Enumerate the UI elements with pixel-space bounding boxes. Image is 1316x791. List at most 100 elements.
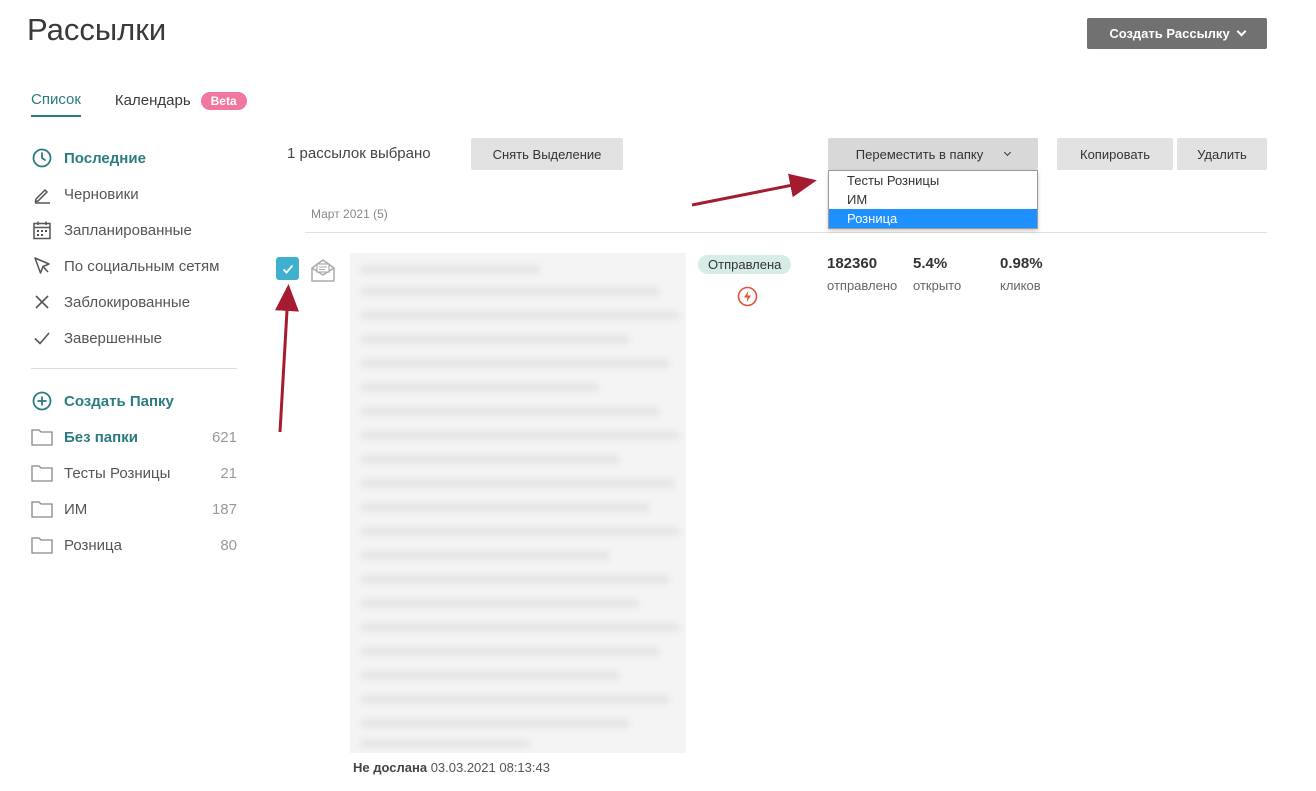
folder-name: Тесты Розницы xyxy=(64,464,171,482)
delivery-note: Не дослана 03.03.2021 08:13:43 xyxy=(353,760,550,775)
move-folder-dropdown: Тесты Розницы ИМ Розница xyxy=(828,170,1038,229)
folder-icon xyxy=(31,462,53,484)
tab-list[interactable]: Список xyxy=(31,91,81,117)
preview-blur-line xyxy=(360,527,680,536)
pencil-icon xyxy=(31,183,53,205)
tab-calendar-label: Календарь xyxy=(114,92,191,109)
dropdown-option-retail[interactable]: Розница xyxy=(829,209,1037,228)
preview-blur-line xyxy=(360,503,650,512)
beta-badge: Beta xyxy=(200,91,247,110)
sidebar-item-completed[interactable]: Завершенные xyxy=(31,320,237,356)
sidebar-item-recent[interactable]: Последние xyxy=(31,140,237,176)
preview-blur-line xyxy=(360,383,600,392)
folder-count: 187 xyxy=(211,500,237,518)
folder-count: 80 xyxy=(220,536,237,554)
create-mailing-label: Создать Рассылку xyxy=(1109,26,1230,41)
sidebar-divider xyxy=(31,368,237,369)
preview-blur-line xyxy=(360,719,630,728)
stat-value: 5.4% xyxy=(913,255,948,272)
folder-count: 21 xyxy=(220,464,237,482)
arrow-to-dropdown xyxy=(691,173,817,207)
preview-blur-line xyxy=(360,407,660,416)
dropdown-option-retail-tests[interactable]: Тесты Розницы xyxy=(829,171,1037,190)
create-mailing-button[interactable]: Создать Рассылку xyxy=(1087,18,1267,49)
create-folder-button[interactable]: Создать Папку xyxy=(31,383,237,419)
preview-blur-line xyxy=(360,479,675,488)
arrow-to-checkbox xyxy=(274,284,299,433)
sidebar-item-blocked[interactable]: Заблокированные xyxy=(31,284,237,320)
cursor-icon xyxy=(31,255,53,277)
selection-count-text: 1 рассылок выбрано xyxy=(287,145,431,162)
preview-blur-line xyxy=(360,455,620,464)
stat-clicks: 0.98% кликов xyxy=(1000,255,1043,293)
lightning-icon xyxy=(737,286,758,307)
preview-blur-line xyxy=(360,739,530,748)
check-icon xyxy=(282,264,293,274)
copy-button[interactable]: Копировать xyxy=(1057,138,1173,170)
tabs: Список Календарь Beta xyxy=(31,91,247,117)
preview-blur-line xyxy=(360,599,640,608)
stat-value: 182360 xyxy=(827,255,878,272)
stat-value: 0.98% xyxy=(1000,255,1043,272)
move-to-folder-label: Переместить в папку xyxy=(855,146,984,162)
sidebar-item-label: По социальным сетям xyxy=(64,257,220,275)
row-checkbox[interactable] xyxy=(276,257,299,280)
preview-blur-line xyxy=(360,623,680,632)
folder-name: ИМ xyxy=(64,500,88,518)
move-to-folder-button[interactable]: Переместить в папку xyxy=(828,138,1038,170)
mailing-preview-thumbnail[interactable] xyxy=(350,253,686,753)
check-icon xyxy=(31,327,53,349)
sidebar-item-label: Заблокированные xyxy=(64,293,191,311)
sidebar-item-drafts[interactable]: Черновики xyxy=(31,176,237,212)
sidebar-item-label: Запланированные xyxy=(64,221,192,239)
folder-icon xyxy=(31,426,53,448)
preview-blur-line xyxy=(360,671,620,680)
close-icon xyxy=(31,291,53,313)
status-badge: Отправлена xyxy=(698,255,792,274)
sidebar-item-social[interactable]: По социальным сетям xyxy=(31,248,237,284)
folder-icon xyxy=(31,534,53,556)
preview-blur-line xyxy=(360,647,660,656)
stat-label: открыто xyxy=(913,278,962,293)
stat-sent: 182360 отправлено xyxy=(827,255,897,293)
preview-blur-line xyxy=(360,335,630,344)
delete-button[interactable]: Удалить xyxy=(1177,138,1267,170)
page-title: Рассылки xyxy=(27,12,167,47)
preview-blur-line xyxy=(360,359,670,368)
folder-icon xyxy=(31,498,53,520)
preview-blur-line xyxy=(360,695,670,704)
sidebar-item-label: Завершенные xyxy=(64,329,162,347)
sidebar-item-label: Последние xyxy=(64,149,146,167)
delivery-note-time: 03.03.2021 08:13:43 xyxy=(430,760,550,775)
sidebar-item-label: Черновики xyxy=(64,185,139,203)
chevron-down-icon xyxy=(1004,148,1012,157)
delivery-note-label: Не дослана xyxy=(353,760,428,775)
create-folder-label: Создать Папку xyxy=(64,392,174,410)
preview-blur-line xyxy=(360,287,660,296)
stat-opened: 5.4% открыто xyxy=(913,255,961,293)
deselect-button[interactable]: Снять Выделение xyxy=(471,138,623,170)
sidebar-item-scheduled[interactable]: Запланированные xyxy=(31,212,237,248)
tab-calendar[interactable]: Календарь Beta xyxy=(114,91,247,117)
stat-label: кликов xyxy=(1000,278,1041,293)
folder-item-retail[interactable]: Розница 80 xyxy=(31,527,237,563)
clock-icon xyxy=(31,147,53,169)
dropdown-option-im[interactable]: ИМ xyxy=(829,190,1037,209)
folder-item-retail-tests[interactable]: Тесты Розницы 21 xyxy=(31,455,237,491)
folder-count: 621 xyxy=(211,428,237,446)
calendar-icon xyxy=(31,219,53,241)
preview-blur-line xyxy=(360,551,610,560)
plus-circle-icon xyxy=(31,390,53,412)
preview-blur-line xyxy=(360,431,680,440)
preview-blur-line xyxy=(360,311,680,320)
open-envelope-icon xyxy=(311,259,335,282)
preview-blur-line xyxy=(360,575,670,584)
folder-name: Без папки xyxy=(64,428,138,446)
preview-blur-line xyxy=(360,265,540,274)
folder-name: Розница xyxy=(64,536,122,554)
sidebar: Последние Черновики Запланированные По с… xyxy=(31,140,237,563)
folder-item-no-folder[interactable]: Без папки 621 xyxy=(31,419,237,455)
stat-label: отправлено xyxy=(827,278,898,293)
chevron-down-icon xyxy=(1236,26,1247,37)
folder-item-im[interactable]: ИМ 187 xyxy=(31,491,237,527)
